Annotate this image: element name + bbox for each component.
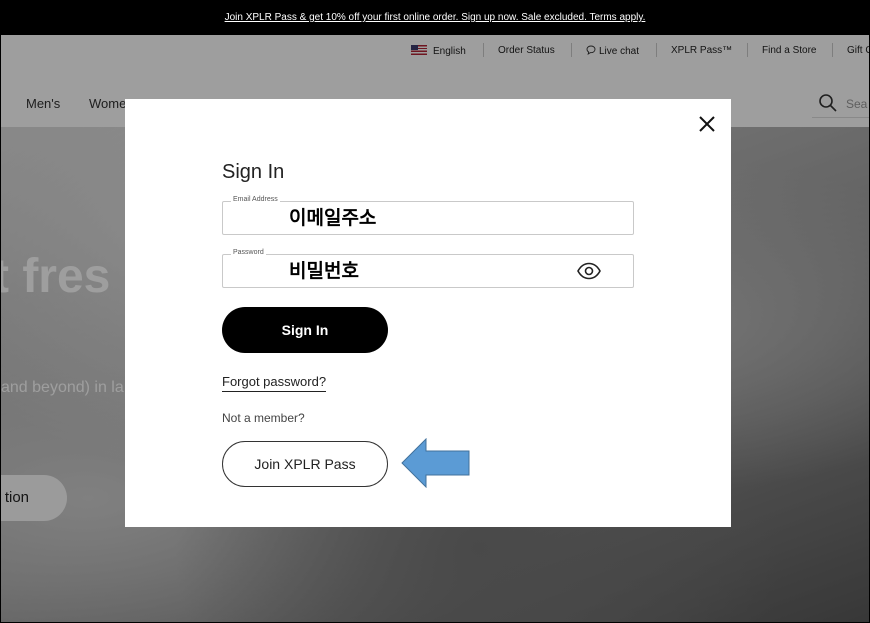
promo-link[interactable]: Join XPLR Pass & get 10% off your first …: [1, 12, 869, 23]
arrow-left-icon: [401, 438, 470, 488]
close-icon: [699, 116, 715, 132]
email-input[interactable]: [287, 202, 591, 234]
sign-in-button[interactable]: Sign In: [222, 307, 388, 353]
password-input[interactable]: [287, 255, 591, 287]
email-label: Email Address: [231, 196, 280, 203]
email-field: Email Address: [222, 196, 634, 235]
forgot-password-link[interactable]: Forgot password?: [222, 374, 327, 392]
password-field: Password: [222, 249, 634, 288]
not-member-text: Not a member?: [222, 411, 305, 425]
browser-frame: Join XPLR Pass & get 10% off your first …: [0, 0, 870, 623]
modal-title: Sign In: [222, 161, 285, 183]
close-button[interactable]: [694, 111, 720, 137]
password-label: Password: [231, 249, 266, 256]
join-xplr-pass-button[interactable]: Join XPLR Pass: [222, 441, 388, 487]
promo-bar: Join XPLR Pass & get 10% off your first …: [1, 1, 869, 35]
eye-icon[interactable]: [577, 262, 601, 280]
